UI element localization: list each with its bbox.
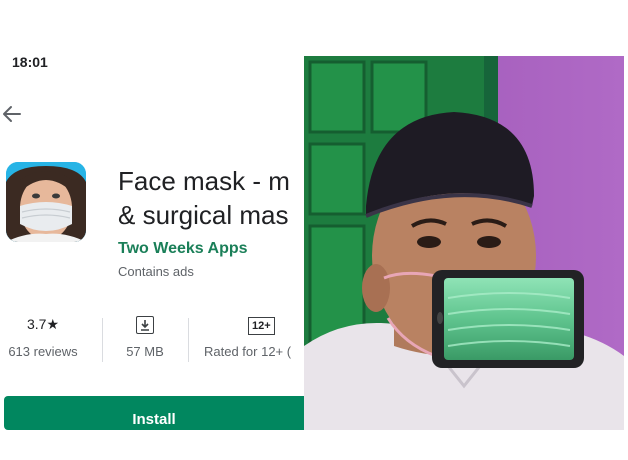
face-mask-app-icon-art (6, 162, 86, 242)
reviews-count: 613 reviews (8, 344, 78, 359)
stat-divider (102, 318, 103, 362)
app-title-line-1: Face mask - m (118, 166, 290, 196)
face-mask-app-icon[interactable] (6, 162, 86, 242)
age-rating-stat[interactable]: 12+ Rated for 12+ ( (204, 312, 304, 359)
app-size: 57 MB (126, 344, 164, 359)
back-arrow-icon[interactable] (0, 102, 24, 126)
developer-link[interactable]: Two Weeks Apps (118, 240, 248, 258)
download-icon (136, 316, 154, 335)
contains-ads-note: Contains ads (118, 264, 194, 279)
app-title-line-2: & surgical mas (118, 200, 289, 230)
size-stat: 57 MB (110, 312, 180, 359)
stat-divider (188, 318, 189, 362)
photo-man-with-phone-mask (304, 56, 624, 430)
play-store-listing: 18:01 Face mask - m & surgical mas Two W… (0, 0, 304, 430)
status-bar-time: 18:01 (12, 54, 48, 70)
install-button[interactable]: Install (4, 396, 304, 430)
age-rating-label: Rated for 12+ ( (204, 344, 292, 359)
rating-value: 3.7★ (26, 316, 59, 332)
age-rating-badge: 12+ (248, 317, 275, 335)
photo-art (304, 56, 624, 430)
rating-stat[interactable]: 3.7★ 613 reviews (2, 312, 84, 359)
app-title: Face mask - m & surgical mas (118, 164, 304, 232)
